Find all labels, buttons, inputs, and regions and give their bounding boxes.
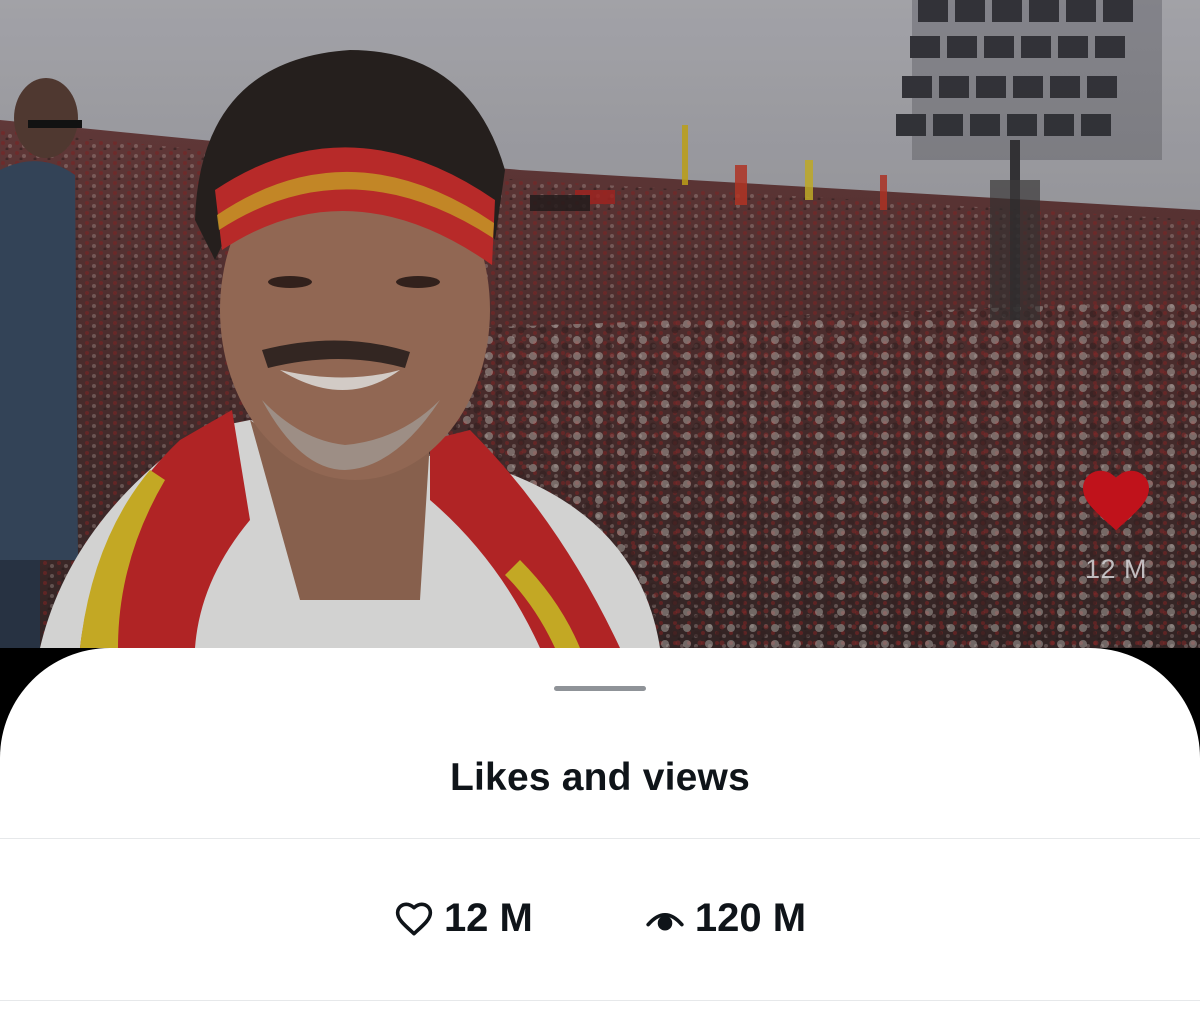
views-count: 120 M [694,896,807,940]
stats-row: 12 M 120 M [0,896,1200,941]
heart-outline-icon [394,901,434,937]
screen: 12 M Likes and views 12 M 120 M [0,0,1200,1032]
sheet-title: Likes and views [450,756,750,799]
video-like-overlay[interactable]: 12 M [1076,466,1156,585]
likes-stat: 12 M [394,896,533,941]
divider [0,838,1200,839]
video-frame [0,0,1200,648]
video-player[interactable]: 12 M [0,0,1200,648]
bottom-sheet: Likes and views 12 M 120 M [0,648,1200,1032]
heart-filled-icon[interactable] [1076,466,1156,532]
video-like-count: 12 M [1084,554,1148,584]
divider [0,1000,1200,1001]
eye-icon [645,905,685,933]
sheet-grabber[interactable] [554,686,646,691]
likes-count: 12 M [443,896,533,940]
views-stat: 120 M [645,896,806,941]
